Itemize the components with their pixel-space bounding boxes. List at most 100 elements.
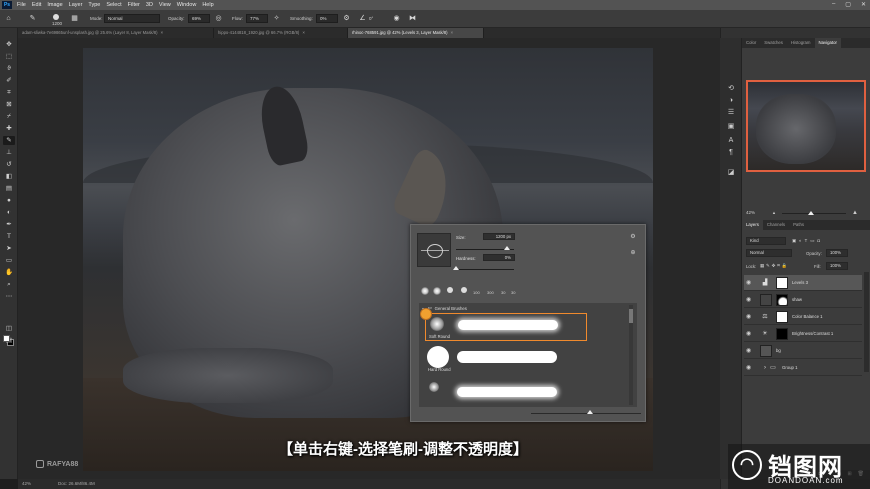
hardness-slider-thumb[interactable]	[453, 266, 459, 270]
type-tool-icon[interactable]: T	[3, 232, 15, 241]
visibility-eye-icon[interactable]: ◉	[746, 313, 751, 320]
lasso-tool-icon[interactable]: ϑ	[3, 64, 15, 73]
quick-mask-icon[interactable]: ◫	[3, 324, 15, 333]
recent-brush-3[interactable]	[447, 287, 453, 293]
brush-preset-hard-round[interactable]: Hard Round	[425, 345, 587, 373]
thumbnail-size-slider[interactable]	[531, 413, 641, 414]
brush-tool-icon[interactable]: ✎	[3, 136, 15, 145]
dodge-tool-icon[interactable]: ◐	[3, 208, 15, 217]
history-brush-tool-icon[interactable]: ↺	[3, 160, 15, 169]
layer-thumbnail[interactable]	[760, 294, 772, 306]
gradient-tool-icon[interactable]: ▤	[3, 184, 15, 193]
menu-filter[interactable]: Filter	[128, 2, 140, 8]
marquee-tool-icon[interactable]: ⬚	[3, 52, 15, 61]
layer-row-color-balance-1[interactable]: ◉ ⚖ Color Balance 1	[744, 309, 862, 325]
brush-angle-preview[interactable]	[417, 233, 451, 267]
tab-document-1[interactable]: adam-sliwka-7e69865unf-unsplash.jpg @ 25…	[18, 28, 214, 38]
layer-row-group-1[interactable]: ◉ › ▭ Group 1	[744, 360, 862, 376]
blur-tool-icon[interactable]: ●	[3, 196, 15, 205]
healing-brush-tool-icon[interactable]: ✚	[3, 124, 15, 133]
recent-brush-2[interactable]	[433, 287, 441, 295]
tab-color[interactable]: Color	[742, 38, 760, 48]
layer-row-brightness-contrast-1[interactable]: ◉ ☀ Brightness/Contrast 1	[744, 326, 862, 342]
menu-file[interactable]: File	[17, 2, 26, 8]
history-panel-icon[interactable]: ⟲	[726, 84, 736, 94]
layer-mask-thumbnail[interactable]	[776, 277, 788, 289]
zoom-out-icon[interactable]: ▲	[772, 210, 776, 215]
pressure-size-icon[interactable]: ◉	[392, 14, 401, 23]
airbrush-icon[interactable]: ✧	[272, 14, 281, 23]
menu-layer[interactable]: Layer	[69, 2, 83, 8]
shape-tool-icon[interactable]: ▭	[3, 256, 15, 265]
navigator-zoom-thumb[interactable]	[808, 211, 814, 215]
hardness-input[interactable]: 0%	[483, 254, 515, 261]
visibility-eye-icon[interactable]: ◉	[746, 364, 751, 371]
visibility-eye-icon[interactable]: ◉	[746, 330, 751, 337]
close-tab-icon[interactable]: ×	[161, 28, 164, 38]
layer-filter-kind[interactable]: Kind	[746, 237, 786, 245]
smoothing-options-gear-icon[interactable]: ⚙	[342, 14, 351, 23]
brush-preset-3[interactable]	[425, 379, 587, 407]
brush-list-scrollbar[interactable]	[629, 305, 633, 405]
menu-help[interactable]: Help	[202, 2, 213, 8]
menu-type[interactable]: Type	[88, 2, 100, 8]
recent-brush-4[interactable]	[461, 287, 467, 293]
quick-select-tool-icon[interactable]: ✐	[3, 76, 15, 85]
smoothing-input[interactable]: 0%	[316, 14, 338, 23]
layer-mask-thumbnail[interactable]	[776, 294, 788, 306]
tab-document-2[interactable]: hippo-4144818_1920.jpg @ 66.7% (RGB/8) ×	[214, 28, 348, 38]
fill-input[interactable]: 100%	[826, 262, 848, 270]
brush-settings-gear-icon[interactable]: ⚙	[629, 233, 637, 241]
hand-tool-icon[interactable]: ✋	[3, 268, 15, 277]
zoom-level[interactable]: 42%	[22, 479, 31, 489]
crop-tool-icon[interactable]: ⌗	[3, 88, 15, 97]
path-selection-tool-icon[interactable]: ➤	[3, 244, 15, 253]
libraries-panel-icon[interactable]: ▣	[726, 122, 736, 132]
lock-icons[interactable]: ▦✎✥⌗🔒	[760, 263, 789, 269]
close-tab-icon[interactable]: ×	[302, 28, 305, 38]
brush-settings-icon[interactable]: ▦	[70, 14, 79, 23]
navigator-thumbnail[interactable]	[746, 80, 866, 172]
clone-stamp-tool-icon[interactable]: ⊥	[3, 148, 15, 157]
layers-scrollbar[interactable]	[864, 272, 869, 372]
close-tab-icon[interactable]: ×	[451, 28, 454, 38]
zoom-in-icon[interactable]: ▲	[852, 210, 858, 216]
layer-row-bg[interactable]: ◉ bg	[744, 343, 862, 359]
blend-mode-select[interactable]: Normal	[746, 249, 792, 257]
foreground-color-swatch[interactable]	[3, 335, 10, 342]
angle-value[interactable]: 0°	[369, 16, 373, 21]
layer-mask-thumbnail[interactable]	[776, 328, 788, 340]
recent-brush-1[interactable]	[421, 287, 429, 295]
visibility-eye-icon[interactable]: ◉	[746, 296, 751, 303]
eraser-tool-icon[interactable]: ◧	[3, 172, 15, 181]
pen-tool-icon[interactable]: ✒	[3, 220, 15, 229]
visibility-eye-icon[interactable]: ◉	[746, 347, 751, 354]
menu-3d[interactable]: 3D	[146, 2, 153, 8]
hardness-slider-track[interactable]	[456, 269, 514, 270]
zoom-tool-icon[interactable]: ⌕	[3, 280, 15, 289]
layer-mask-thumbnail[interactable]	[776, 311, 788, 323]
size-input[interactable]: 1200 px	[483, 233, 515, 240]
tab-channels[interactable]: Channels	[763, 220, 789, 230]
maximize-button[interactable]: ▢	[845, 1, 851, 8]
navigator-zoom-slider[interactable]	[782, 213, 846, 214]
eyedropper-tool-icon[interactable]: ⌿	[3, 112, 15, 121]
close-button[interactable]: ✕	[861, 1, 866, 8]
more-tools-icon[interactable]: ⋯	[3, 292, 15, 301]
brush-preset-soft-round[interactable]: Soft Round	[425, 313, 587, 341]
home-icon[interactable]: ⌂	[4, 14, 13, 23]
properties-panel-icon[interactable]: ☰	[726, 108, 736, 118]
symmetry-icon[interactable]: ⧓	[408, 14, 417, 23]
menu-image[interactable]: Image	[47, 2, 62, 8]
layer-row-shaw[interactable]: ◉ shaw	[744, 292, 862, 308]
visibility-eye-icon[interactable]: ◉	[746, 279, 751, 286]
tab-navigator[interactable]: Navigator	[814, 38, 841, 48]
flow-input[interactable]: 77%	[246, 14, 268, 23]
layer-row-levels-3[interactable]: ◉ ▟ Levels 3	[744, 275, 862, 291]
scrollbar-thumb[interactable]	[629, 309, 633, 323]
brush-tool-icon[interactable]: ✎	[28, 14, 37, 23]
glyphs-panel-icon[interactable]: ◪	[726, 168, 736, 178]
layer-thumbnail[interactable]	[760, 345, 772, 357]
tab-swatches[interactable]: Swatches	[760, 38, 787, 48]
tab-layers[interactable]: Layers	[742, 220, 763, 230]
